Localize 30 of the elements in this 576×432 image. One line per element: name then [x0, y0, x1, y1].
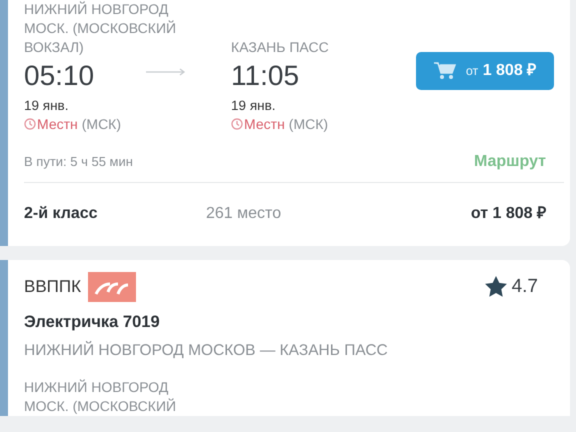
- station-name: МОСК. (МОСКОВСКИЙ: [24, 19, 176, 38]
- station-name: НИЖНИЙ НОВГОРОД: [24, 0, 168, 19]
- clock-icon: [24, 118, 36, 130]
- station-name: КАЗАНЬ ПАСС: [231, 38, 329, 57]
- seats-count: 261 место: [206, 204, 282, 224]
- duration-text: В пути: 5 ч 55 мин: [24, 153, 133, 172]
- carrier-name: ВВППК: [24, 276, 82, 298]
- train-name: Электричка 7019: [24, 312, 161, 333]
- date-text: 19 янв.: [24, 96, 70, 115]
- rating-text: 4.7: [512, 274, 538, 299]
- clock-icon: [231, 118, 244, 130]
- date-text: 19 янв.: [231, 96, 277, 115]
- star-icon: [484, 276, 507, 298]
- timezone-label: Местн: [37, 114, 78, 134]
- buy-button[interactable]: от 1 808 ₽: [416, 52, 554, 90]
- cart-icon: [434, 60, 456, 81]
- timezone-label: Местн: [244, 114, 285, 134]
- station-name: ВОКЗАЛ): [24, 38, 84, 57]
- route-link[interactable]: Маршрут: [474, 150, 546, 174]
- class-price: от 1 808 ₽: [470, 204, 546, 224]
- timezone-note: (МСК): [288, 114, 328, 134]
- timezone-note: (МСК): [82, 114, 122, 134]
- arrow-icon: [146, 68, 186, 76]
- station-name: НИЖНИЙ НОВГОРОД: [24, 378, 168, 397]
- railway-logo: [88, 272, 136, 302]
- route-text: НИЖНИЙ НОВГОРОД МОСКОВ — КАЗАНЬ ПАСС: [24, 340, 389, 361]
- departure-time: 05:10: [24, 61, 96, 92]
- arrival-time: 11:05: [231, 61, 300, 92]
- station-name: МОСК. (МОСКОВСКИЙ: [24, 396, 176, 416]
- class-name: 2-й класс: [24, 204, 99, 224]
